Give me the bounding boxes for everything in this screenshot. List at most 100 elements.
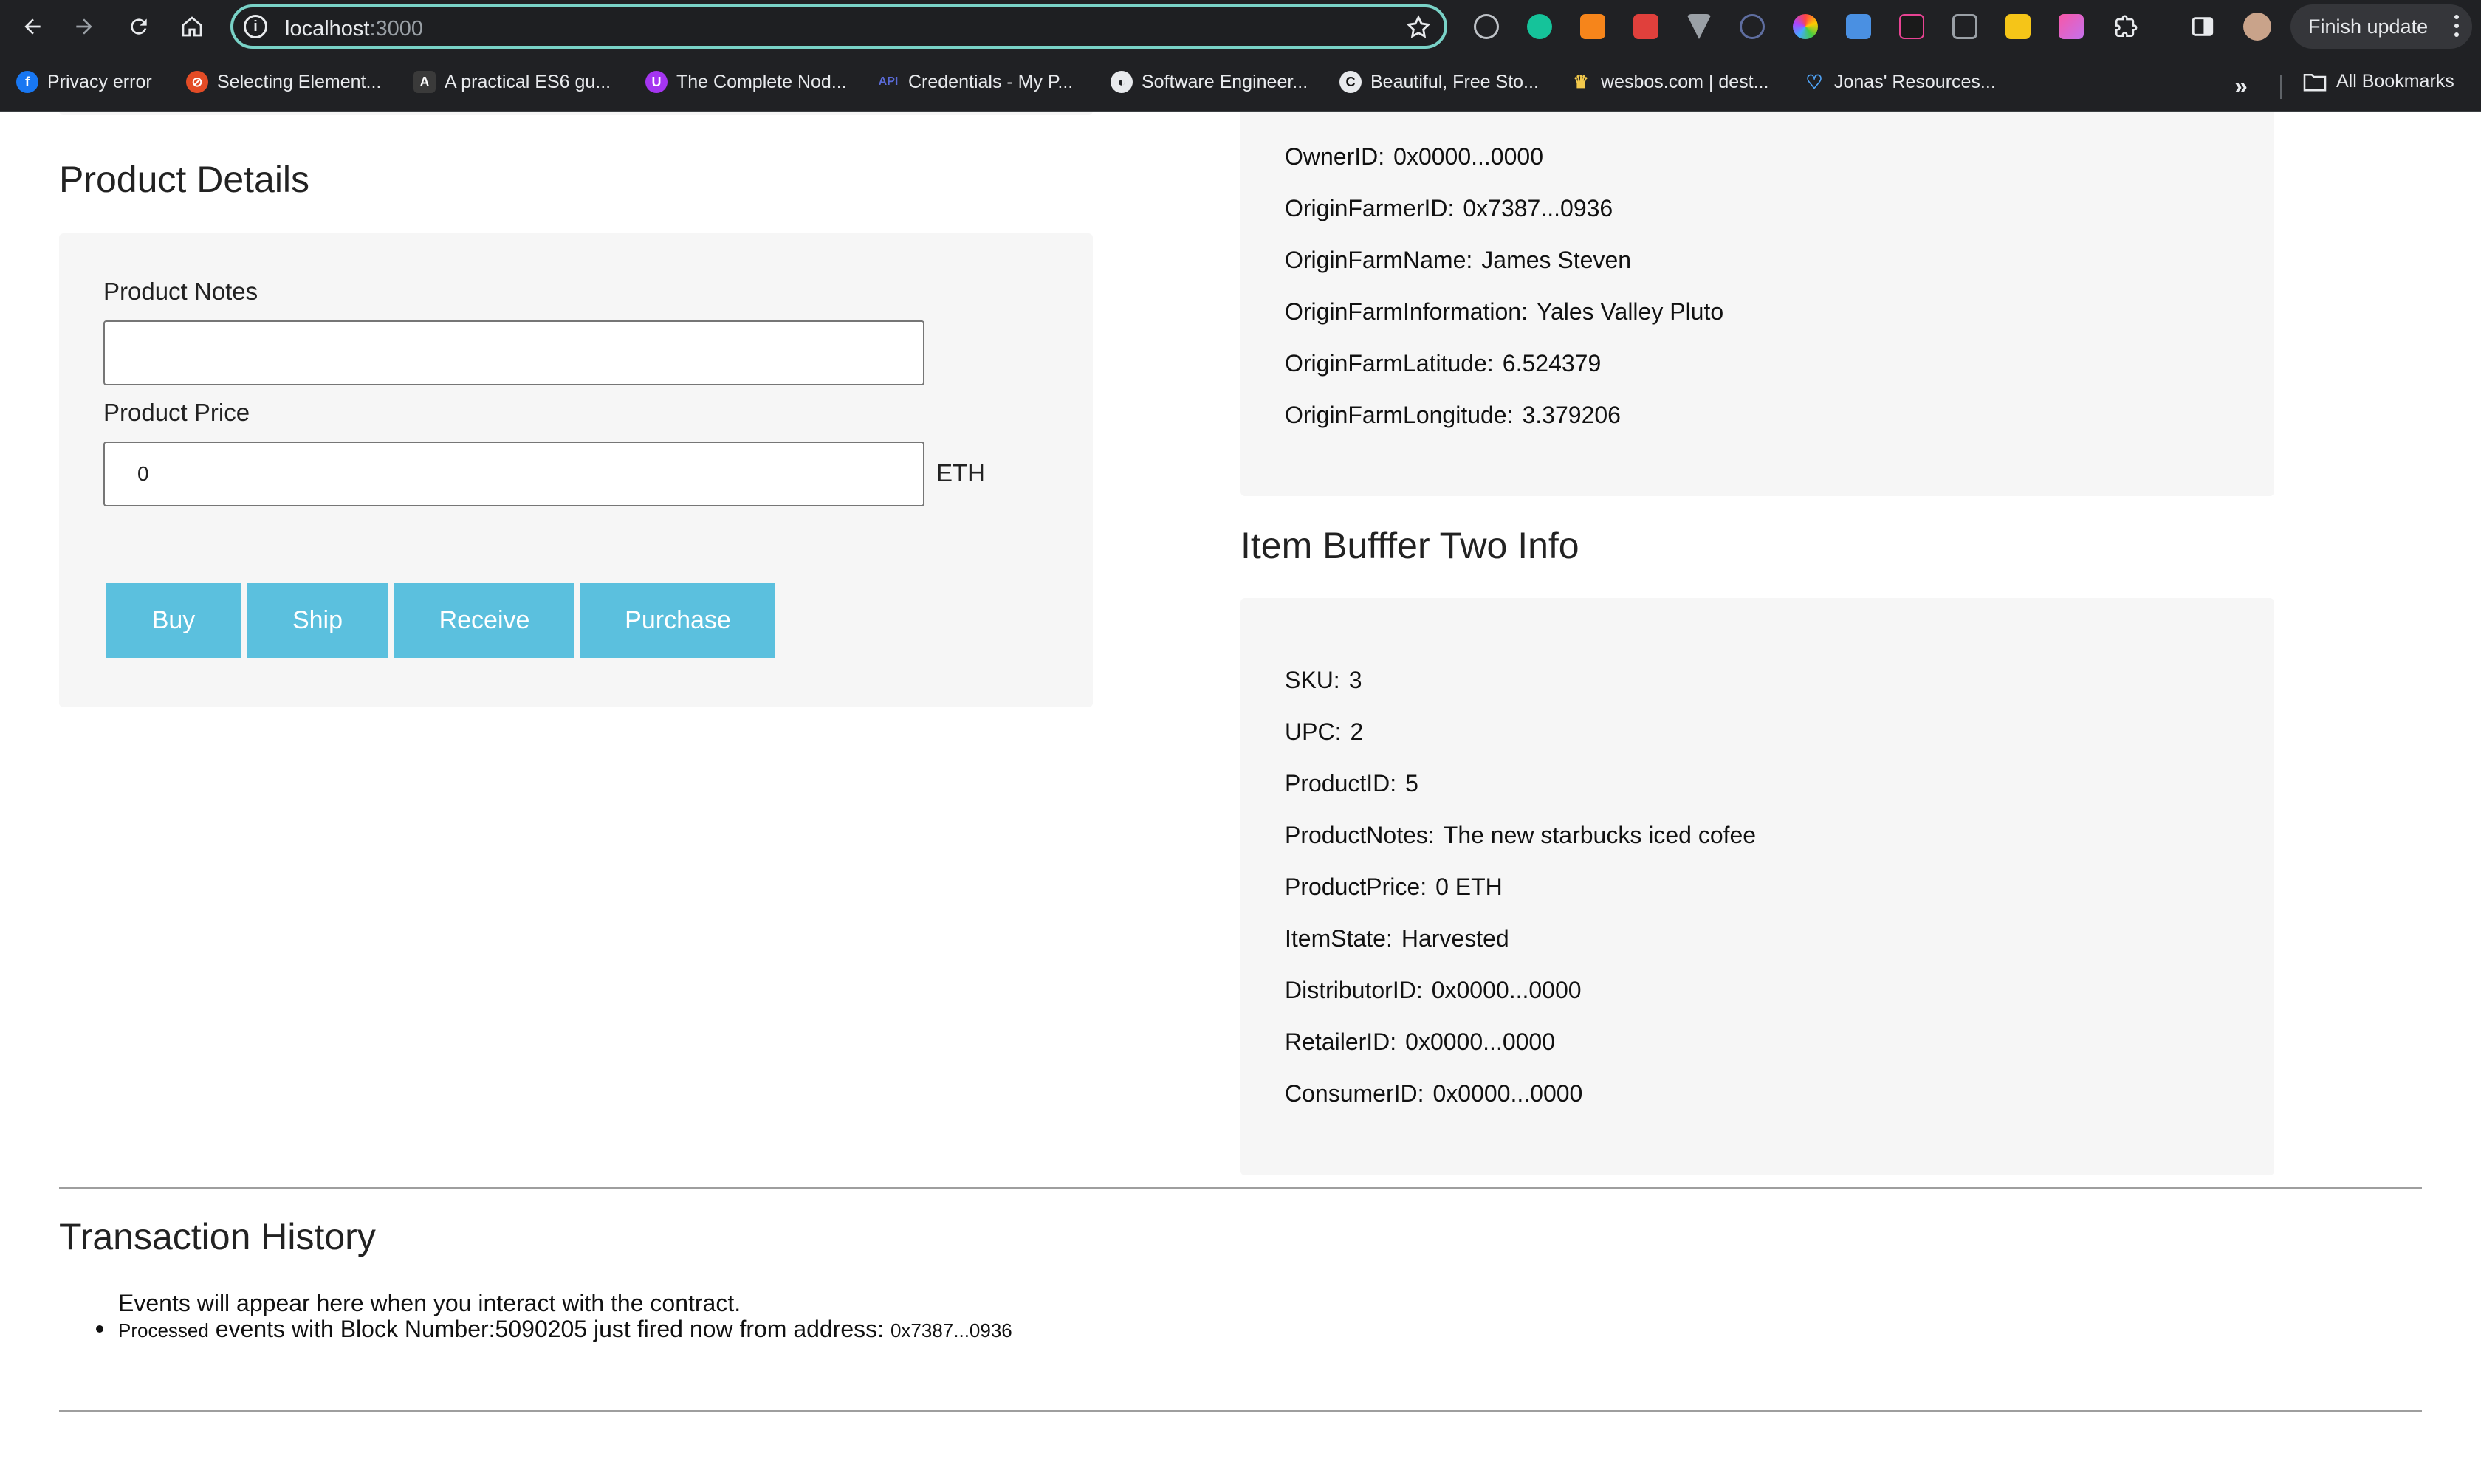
vue-devtools-icon[interactable] <box>1686 14 1712 39</box>
finish-update-label: Finish update <box>2308 15 2429 38</box>
origin-farm-longitude-row: OriginFarmLongitude: 3.379206 <box>1285 402 1621 428</box>
all-bookmarks-label: All Bookmarks <box>2336 71 2454 92</box>
page-content: Product Details Product Notes Product Pr… <box>0 112 2481 1484</box>
origin-farm-latitude-row: OriginFarmLatitude: 6.524379 <box>1285 350 1602 377</box>
finish-update-button[interactable]: Finish update <box>2290 4 2472 49</box>
buy-button[interactable]: Buy <box>106 583 241 658</box>
bookmark-item[interactable]: API Credentials - My P... <box>877 71 1074 93</box>
bookmark-label: Credentials - My P... <box>908 71 1074 92</box>
profile-avatar[interactable] <box>2243 13 2271 41</box>
bookmark-label: A practical ES6 gu... <box>445 71 611 92</box>
events-intro-text: Events will appear here when you interac… <box>118 1290 741 1316</box>
url-text: localhost:3000 <box>285 17 424 41</box>
home-button[interactable] <box>174 9 210 44</box>
crown-icon: ♛ <box>1573 72 1589 92</box>
extension-target-icon[interactable] <box>1474 14 1499 39</box>
udemy-icon: U <box>645 71 668 93</box>
event-prefix: Processed <box>118 1319 209 1342</box>
bookmark-label: Beautiful, Free Sto... <box>1370 71 1539 92</box>
globe-icon: ◐ <box>1111 71 1133 93</box>
bookmarks-bar: f Privacy error ⊘ Selecting Element... A… <box>0 53 2481 112</box>
bookmark-item[interactable]: C Beautiful, Free Sto... <box>1339 71 1539 93</box>
ship-button[interactable]: Ship <box>247 583 388 658</box>
bookmark-item[interactable]: ⊘ Selecting Element... <box>186 71 381 93</box>
origin-farm-name-row: OriginFarmName: James Steven <box>1285 247 1632 273</box>
extension-fi-icon[interactable] <box>1846 14 1871 39</box>
bookmark-item[interactable]: ◐ Software Engineer... <box>1111 71 1308 93</box>
extensions-puzzle-icon[interactable] <box>2113 14 2138 39</box>
bookmark-label: Jonas' Resources... <box>1834 71 1996 92</box>
origin-farm-information-row: OriginFarmInformation: Yales Valley Pluto <box>1285 298 1724 325</box>
previous-panel <box>59 112 1093 115</box>
api-icon: API <box>878 75 899 88</box>
buffer-two-title: Item Bufffer Two Info <box>1240 525 1579 566</box>
forward-button[interactable] <box>66 9 102 44</box>
extension-cube-icon[interactable] <box>1952 14 1977 39</box>
event-list-item: Processed events with Block Number:50902… <box>96 1316 1012 1343</box>
bottom-divider <box>59 1410 2422 1412</box>
sku-row: SKU: 3 <box>1285 667 1362 693</box>
site-info-icon[interactable]: i <box>244 15 267 38</box>
bookmark-item[interactable]: U The Complete Nod... <box>645 71 847 93</box>
grammarly-icon[interactable] <box>1527 14 1552 39</box>
bookmark-label: Software Engineer... <box>1142 71 1308 92</box>
product-price-label: Product Price <box>103 399 250 426</box>
owner-id-row: OwnerID: 0x0000...0000 <box>1285 143 1543 170</box>
bookmark-label: Privacy error <box>47 71 152 92</box>
extension-a-icon[interactable] <box>1740 14 1765 39</box>
product-price-input[interactable] <box>103 442 924 506</box>
site-icon: C <box>1339 71 1362 93</box>
reload-button[interactable] <box>121 9 157 44</box>
product-details-title: Product Details <box>59 159 310 200</box>
transaction-history-title: Transaction History <box>59 1216 376 1257</box>
folder-icon <box>2303 73 2327 91</box>
bookmark-label: wesbos.com | dest... <box>1601 71 1769 92</box>
extension-bug-icon[interactable] <box>1633 14 1658 39</box>
extension-gradient-icon[interactable] <box>2059 14 2084 39</box>
facebook-icon: f <box>16 71 38 93</box>
home-icon <box>182 16 202 37</box>
product-notes-input[interactable] <box>103 320 924 385</box>
upc-row: UPC: 2 <box>1285 718 1364 745</box>
receive-button[interactable]: Receive <box>394 583 574 658</box>
purchase-button[interactable]: Purchase <box>580 583 775 658</box>
site-icon: A <box>414 71 436 93</box>
more-menu-icon[interactable] <box>2454 15 2459 37</box>
bookmark-item[interactable]: f Privacy error <box>16 71 152 93</box>
browser-toolbar: i localhost:3000 Finish update <box>0 0 2481 53</box>
color-picker-icon[interactable] <box>1793 14 1818 39</box>
event-address: 0x7387...0936 <box>890 1319 1012 1342</box>
product-notes-label: Product Notes <box>103 278 258 305</box>
extension-dark-icon[interactable] <box>1899 14 1924 39</box>
arrow-right-icon <box>76 18 92 35</box>
bookmark-item[interactable]: A A practical ES6 gu... <box>414 71 611 93</box>
section-divider <box>59 1187 2422 1189</box>
event-text: events with Block Number:5090205 just fi… <box>215 1316 885 1342</box>
more-bookmarks-chevron-icon[interactable]: » <box>2234 72 2248 100</box>
retailer-id-row: RetailerID: 0x0000...0000 <box>1285 1028 1555 1055</box>
extension-yellow-icon[interactable] <box>2005 14 2031 39</box>
address-bar[interactable]: i localhost:3000 <box>230 4 1447 49</box>
bookmark-label: Selecting Element... <box>217 71 382 92</box>
all-bookmarks-folder[interactable]: All Bookmarks <box>2302 71 2454 92</box>
bookmark-item[interactable]: ♛ wesbos.com | dest... <box>1570 71 1768 93</box>
site-icon: ⊘ <box>186 71 208 93</box>
heart-icon: ♡ <box>1805 70 1823 93</box>
product-id-row: ProductID: 5 <box>1285 770 1418 797</box>
item-state-row: ItemState: Harvested <box>1285 925 1509 952</box>
product-price-row: ProductPrice: 0 ETH <box>1285 873 1503 900</box>
back-button[interactable] <box>15 9 50 44</box>
bookmark-star-icon[interactable] <box>1404 13 1432 41</box>
arrow-left-icon <box>24 18 41 35</box>
bookmark-label: The Complete Nod... <box>676 71 847 92</box>
metamask-icon[interactable] <box>1580 14 1605 39</box>
product-notes-row: ProductNotes: The new starbucks iced cofe… <box>1285 822 1757 848</box>
consumer-id-row: ConsumerID: 0x0000...0000 <box>1285 1080 1583 1107</box>
origin-farmer-id-row: OriginFarmerID: 0x7387...0936 <box>1285 195 1613 221</box>
bookmark-item[interactable]: ♡ Jonas' Resources... <box>1803 70 1996 93</box>
distributor-id-row: DistributorID: 0x0000...0000 <box>1285 977 1582 1003</box>
bookmarks-divider <box>2280 75 2282 99</box>
price-unit-label: ETH <box>936 459 985 487</box>
bullet-icon <box>96 1325 103 1333</box>
side-panel-icon[interactable] <box>2190 14 2215 39</box>
